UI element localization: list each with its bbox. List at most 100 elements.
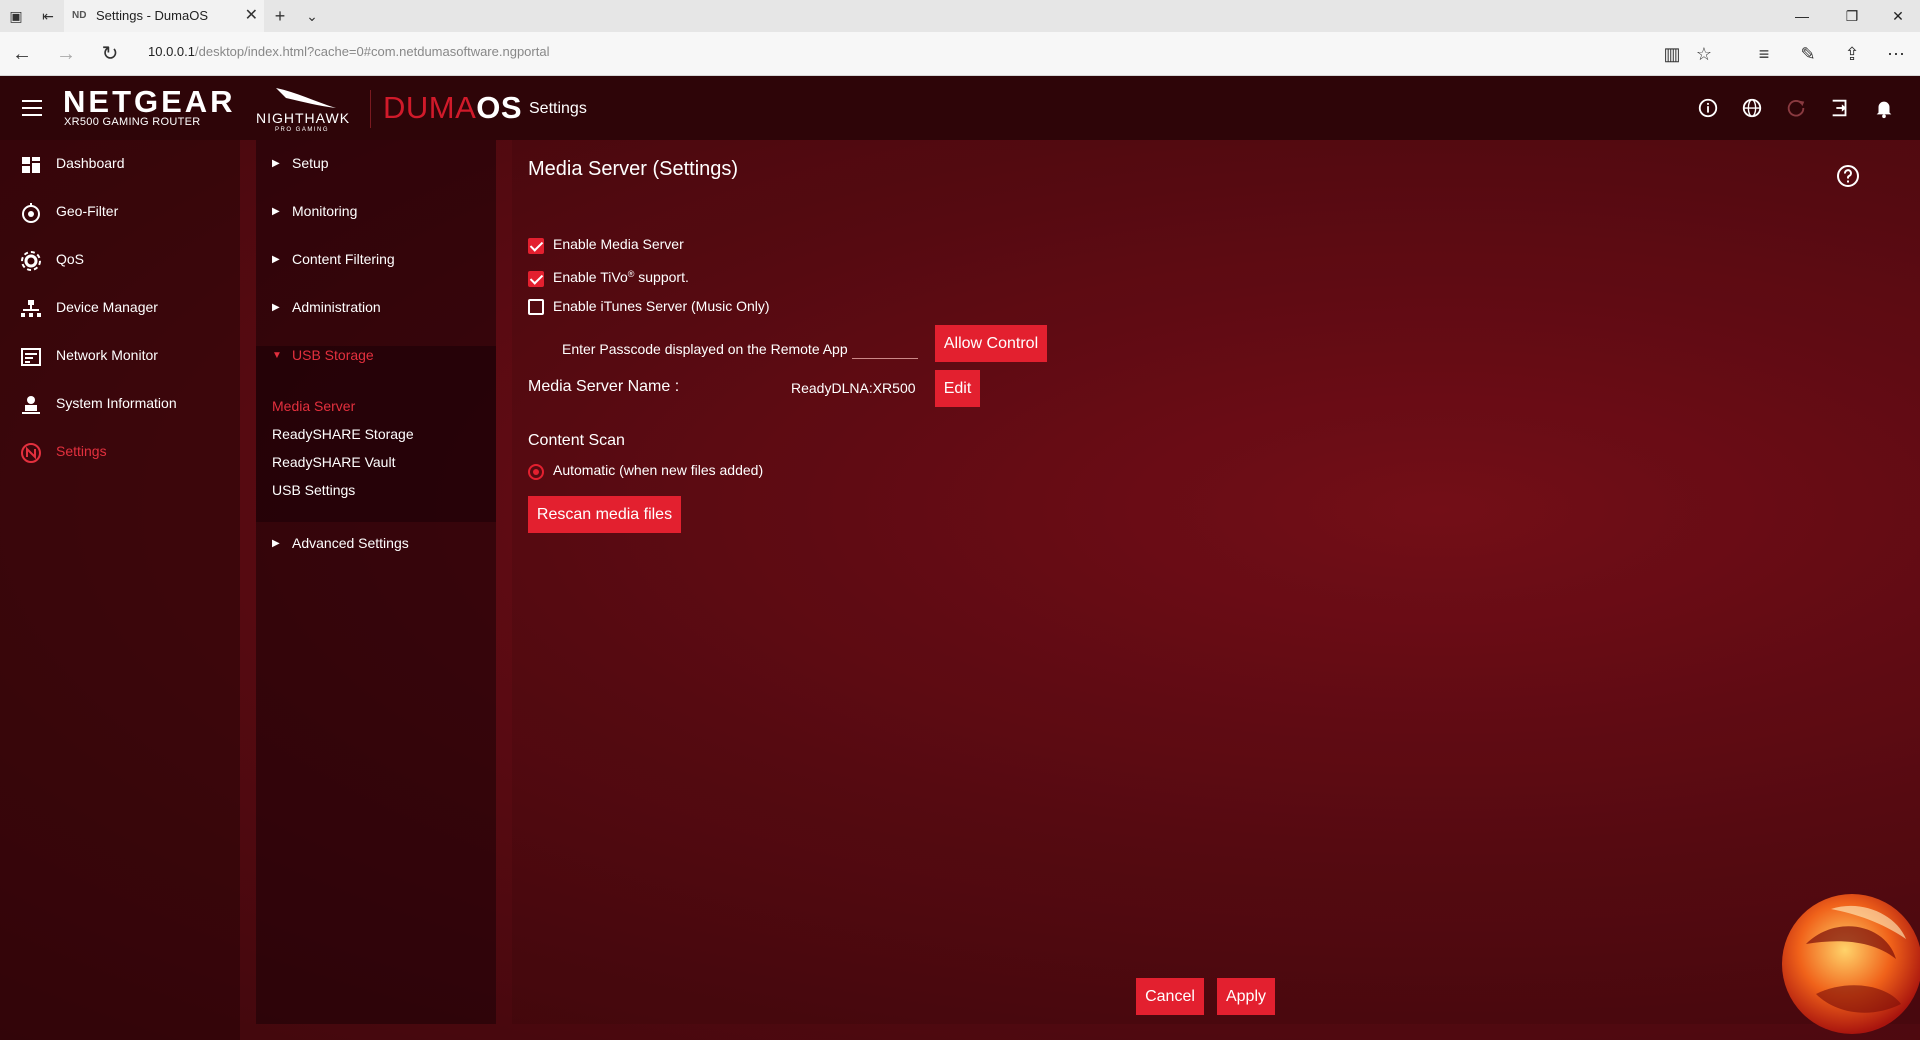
tab-favicon: ND <box>72 10 87 21</box>
allow-control-button[interactable]: Allow Control <box>935 325 1047 362</box>
subnav-item-advanced-settings[interactable]: ▶ Advanced Settings <box>256 520 496 568</box>
hub-icon[interactable]: ≡ <box>1750 40 1778 68</box>
hamburger-menu-icon[interactable] <box>22 100 42 121</box>
main-sidebar: Dashboard Geo-Filter QoS Device Manager … <box>0 140 240 1040</box>
tivo-support-text: support. <box>634 269 689 285</box>
automatic-scan-label: Automatic (when new files added) <box>553 462 764 478</box>
media-server-name-value: ReadyDLNA:XR500 <box>791 380 916 396</box>
sidebar-label-device-manager: Device Manager <box>56 299 158 315</box>
forward-icon[interactable]: → <box>52 40 80 68</box>
sidebar-label-network-monitor: Network Monitor <box>56 347 158 363</box>
nighthawk-sub: PRO GAMING <box>275 127 330 133</box>
set-tabs-aside-icon[interactable]: ⇤ <box>38 6 58 26</box>
geo-filter-icon <box>22 203 40 223</box>
new-tab-icon[interactable]: + <box>270 6 290 26</box>
subnav-label-usb-storage: USB Storage <box>292 347 374 363</box>
header-divider <box>370 90 371 128</box>
expand-arrow-icon: ▶ <box>272 158 280 169</box>
router-model: XR500 GAMING ROUTER <box>64 116 201 128</box>
settings-subnav: ▶ Setup ▶ Monitoring ▶ Content Filtering… <box>256 140 496 1024</box>
subnav-item-usb-storage[interactable]: ▼ USB Storage <box>256 332 496 380</box>
subnav-item-setup[interactable]: ▶ Setup <box>256 140 496 188</box>
media-server-name-label: Media Server Name : <box>528 378 680 395</box>
url-path: /desktop/index.html?cache=0#com.netdumas… <box>195 44 550 59</box>
nighthawk-text: NIGHTHAWK <box>256 110 351 126</box>
rescan-media-files-button[interactable]: Rescan media files <box>528 496 681 533</box>
enable-itunes-checkbox[interactable] <box>528 299 544 315</box>
dumaos-logo: DUMAOS <box>383 90 522 126</box>
sidebar-item-geo-filter[interactable]: Geo-Filter <box>0 188 240 236</box>
subnav-item-administration[interactable]: ▶ Administration <box>256 284 496 332</box>
sidebar-item-dashboard[interactable]: Dashboard <box>0 140 240 188</box>
refresh-icon[interactable]: ↻ <box>96 40 124 68</box>
cancel-button[interactable]: Cancel <box>1136 978 1204 1015</box>
subnav-item-content-filtering[interactable]: ▶ Content Filtering <box>256 236 496 284</box>
tivo-text: Enable TiVo <box>553 269 628 285</box>
close-window-icon[interactable]: ✕ <box>1876 0 1920 32</box>
subnav-label-setup: Setup <box>292 155 329 171</box>
subnav-child-usb-settings[interactable]: USB Settings <box>272 482 355 498</box>
info-icon[interactable] <box>1694 94 1722 122</box>
subnav-child-media-server[interactable]: Media Server <box>272 398 355 414</box>
passcode-label: Enter Passcode displayed on the Remote A… <box>562 341 848 357</box>
expand-arrow-icon: ▶ <box>272 302 280 313</box>
usb-storage-group: ▼ USB Storage Media Server ReadySHARE St… <box>256 346 496 522</box>
language-globe-icon[interactable] <box>1738 94 1766 122</box>
sidebar-item-device-manager[interactable]: Device Manager <box>0 284 240 332</box>
enable-tivo-checkbox[interactable] <box>528 271 544 287</box>
subnav-label-administration: Administration <box>292 299 381 315</box>
automatic-scan-radio[interactable] <box>528 464 544 480</box>
favorite-star-icon[interactable]: ☆ <box>1690 40 1718 68</box>
share-icon[interactable]: ⇪ <box>1838 40 1866 68</box>
page-section-title: Settings <box>529 100 587 117</box>
reboot-icon[interactable] <box>1782 94 1810 122</box>
browser-tab-bar: ▣ ⇤ ND Settings - DumaOS ✕ + ⌄ — ❐ ✕ <box>0 0 1920 32</box>
tab-preview-icon[interactable]: ⌄ <box>302 6 322 26</box>
network-monitor-icon <box>21 348 41 366</box>
url-host: 10.0.0.1 <box>148 44 195 59</box>
subnav-child-readyshare-storage[interactable]: ReadySHARE Storage <box>272 426 414 442</box>
web-note-icon[interactable]: ✎ <box>1794 40 1822 68</box>
duma-text: DUMA <box>383 90 477 125</box>
address-bar: ← → ↻ 10.0.0.1/desktop/index.html?cache=… <box>0 32 1920 76</box>
os-text: OS <box>476 90 523 125</box>
subnav-label-advanced-settings: Advanced Settings <box>292 535 409 551</box>
expand-arrow-icon: ▶ <box>272 254 280 265</box>
passcode-input[interactable] <box>852 358 918 359</box>
dashboard-icon <box>22 157 40 173</box>
page-title: Media Server (Settings) <box>528 158 739 180</box>
enable-tivo-label: Enable TiVo® support. <box>553 269 689 285</box>
logout-icon[interactable] <box>1826 94 1854 122</box>
tab-actions-icon[interactable]: ▣ <box>6 6 26 26</box>
more-icon[interactable]: ⋯ <box>1882 40 1910 68</box>
collapse-arrow-icon: ▼ <box>272 350 282 361</box>
help-icon[interactable] <box>1836 164 1860 188</box>
apply-button[interactable]: Apply <box>1217 978 1275 1015</box>
sidebar-item-system-information[interactable]: System Information <box>0 380 240 428</box>
sidebar-label-settings: Settings <box>56 443 107 459</box>
browser-tab[interactable]: ND Settings - DumaOS ✕ <box>64 0 264 32</box>
minimize-icon[interactable]: — <box>1780 0 1824 32</box>
subnav-item-monitoring[interactable]: ▶ Monitoring <box>256 188 496 236</box>
url-field[interactable]: 10.0.0.1/desktop/index.html?cache=0#com.… <box>148 44 549 59</box>
sidebar-label-system-information: System Information <box>56 395 177 411</box>
subnav-child-readyshare-vault[interactable]: ReadySHARE Vault <box>272 454 395 470</box>
close-tab-icon[interactable]: ✕ <box>245 0 258 32</box>
sidebar-label-dashboard: Dashboard <box>56 155 125 171</box>
media-server-panel: Media Server (Settings) Enable Media Ser… <box>512 140 1920 1024</box>
enable-media-server-checkbox[interactable] <box>528 238 544 254</box>
sidebar-item-settings[interactable]: Settings <box>0 428 240 476</box>
qos-icon <box>21 251 41 271</box>
enable-media-server-label: Enable Media Server <box>553 236 684 252</box>
restore-icon[interactable]: ❐ <box>1830 0 1874 32</box>
reading-view-icon[interactable]: ▥ <box>1658 40 1686 68</box>
back-icon[interactable]: ← <box>8 40 36 68</box>
sidebar-item-qos[interactable]: QoS <box>0 236 240 284</box>
watermark-orb-logo <box>1782 894 1920 1034</box>
duma-app: NETGEAR XR500 GAMING ROUTER NIGHTHAWK PR… <box>0 76 1920 1040</box>
sidebar-label-qos: QoS <box>56 251 85 267</box>
notifications-bell-icon[interactable] <box>1870 94 1898 122</box>
subnav-label-content-filtering: Content Filtering <box>292 251 395 267</box>
edit-name-button[interactable]: Edit <box>935 370 980 407</box>
sidebar-item-network-monitor[interactable]: Network Monitor <box>0 332 240 380</box>
